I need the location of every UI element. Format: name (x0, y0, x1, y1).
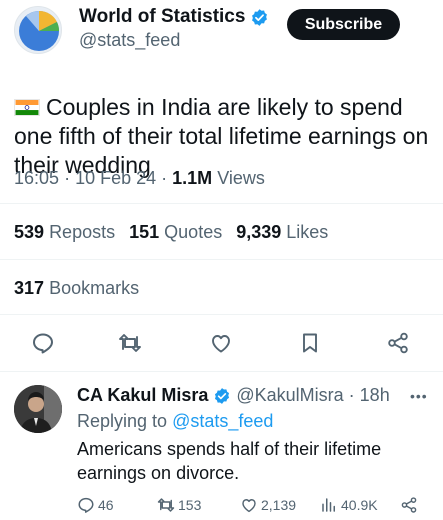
share-icon (401, 497, 417, 513)
author-name[interactable]: World of Statistics (79, 6, 245, 28)
reply-author-handle[interactable]: @KakulMisra (236, 385, 343, 406)
replying-to-link[interactable]: @stats_feed (172, 411, 273, 431)
divider (0, 203, 443, 204)
reply-likes-button[interactable]: 2,139 (240, 496, 296, 514)
divider (0, 314, 443, 315)
reply-author-name[interactable]: CA Kakul Misra (77, 385, 208, 406)
post-date[interactable]: 10 Feb 24 (75, 168, 156, 188)
share-icon[interactable] (386, 331, 410, 355)
reposts-stat[interactable]: 539 Reposts (14, 222, 115, 243)
more-icon[interactable]: ••• (410, 388, 428, 404)
reply-action-bar: 46 153 2,139 40.9K (77, 496, 437, 518)
views-label: Views (217, 168, 265, 188)
reply-text: Americans spends half of their lifetime … (77, 439, 382, 483)
divider (0, 371, 443, 372)
engagement-stats: 539 Reposts 151 Quotes 9,339 Likes (14, 222, 328, 243)
post-text-block: Couples in India are likely to spend one… (14, 64, 434, 180)
views-icon (322, 498, 335, 512)
reply-age[interactable]: 18h (360, 385, 390, 406)
repost-icon[interactable] (118, 331, 142, 355)
reply-share-button[interactable] (400, 496, 418, 514)
bookmarks-stat[interactable]: 317 Bookmarks (14, 278, 139, 299)
repost-icon (157, 498, 175, 512)
bookmark-icon[interactable] (298, 331, 322, 355)
quotes-stat[interactable]: 151 Quotes (129, 222, 222, 243)
reply-header: CA Kakul Misra @KakulMisra · 18h (77, 385, 390, 406)
verified-badge-icon (215, 387, 230, 404)
verified-badge-icon (252, 8, 268, 26)
reply-views-button[interactable]: 40.9K (320, 496, 378, 514)
author-handle[interactable]: @stats_feed (79, 30, 180, 51)
post-meta: 16:05 · 10 Feb 24 · 1.1M Views (14, 168, 265, 188)
views-count: 1.1M (172, 168, 213, 188)
reply-reposts-button[interactable]: 153 (157, 496, 201, 514)
like-icon (242, 499, 256, 513)
subscribe-button[interactable]: Subscribe (287, 9, 400, 40)
replying-to-line: Replying to @stats_feed (77, 411, 274, 431)
likes-stat[interactable]: 9,339 Likes (236, 222, 328, 243)
reply-replies-button[interactable]: 46 (77, 496, 114, 514)
reply-author-avatar[interactable] (14, 385, 62, 433)
reply-icon[interactable] (31, 331, 55, 355)
pie-chart-logo-icon (19, 10, 60, 51)
author-avatar[interactable] (14, 6, 62, 54)
like-icon[interactable] (209, 331, 233, 355)
divider (0, 259, 443, 260)
reply-replies-count: 46 (98, 497, 114, 513)
person-photo-icon (14, 385, 62, 433)
india-flag-icon (14, 99, 40, 116)
post-time[interactable]: 16:05 (14, 168, 59, 188)
post-text: Couples in India are likely to spend one… (14, 94, 429, 178)
author-name-row[interactable]: World of Statistics (79, 6, 269, 28)
reply-reposts-count: 153 (178, 497, 202, 513)
reply-views-count: 40.9K (341, 497, 378, 513)
reply-likes-count: 2,139 (261, 497, 297, 513)
reply-icon (78, 497, 94, 513)
post-action-bar (0, 325, 443, 361)
